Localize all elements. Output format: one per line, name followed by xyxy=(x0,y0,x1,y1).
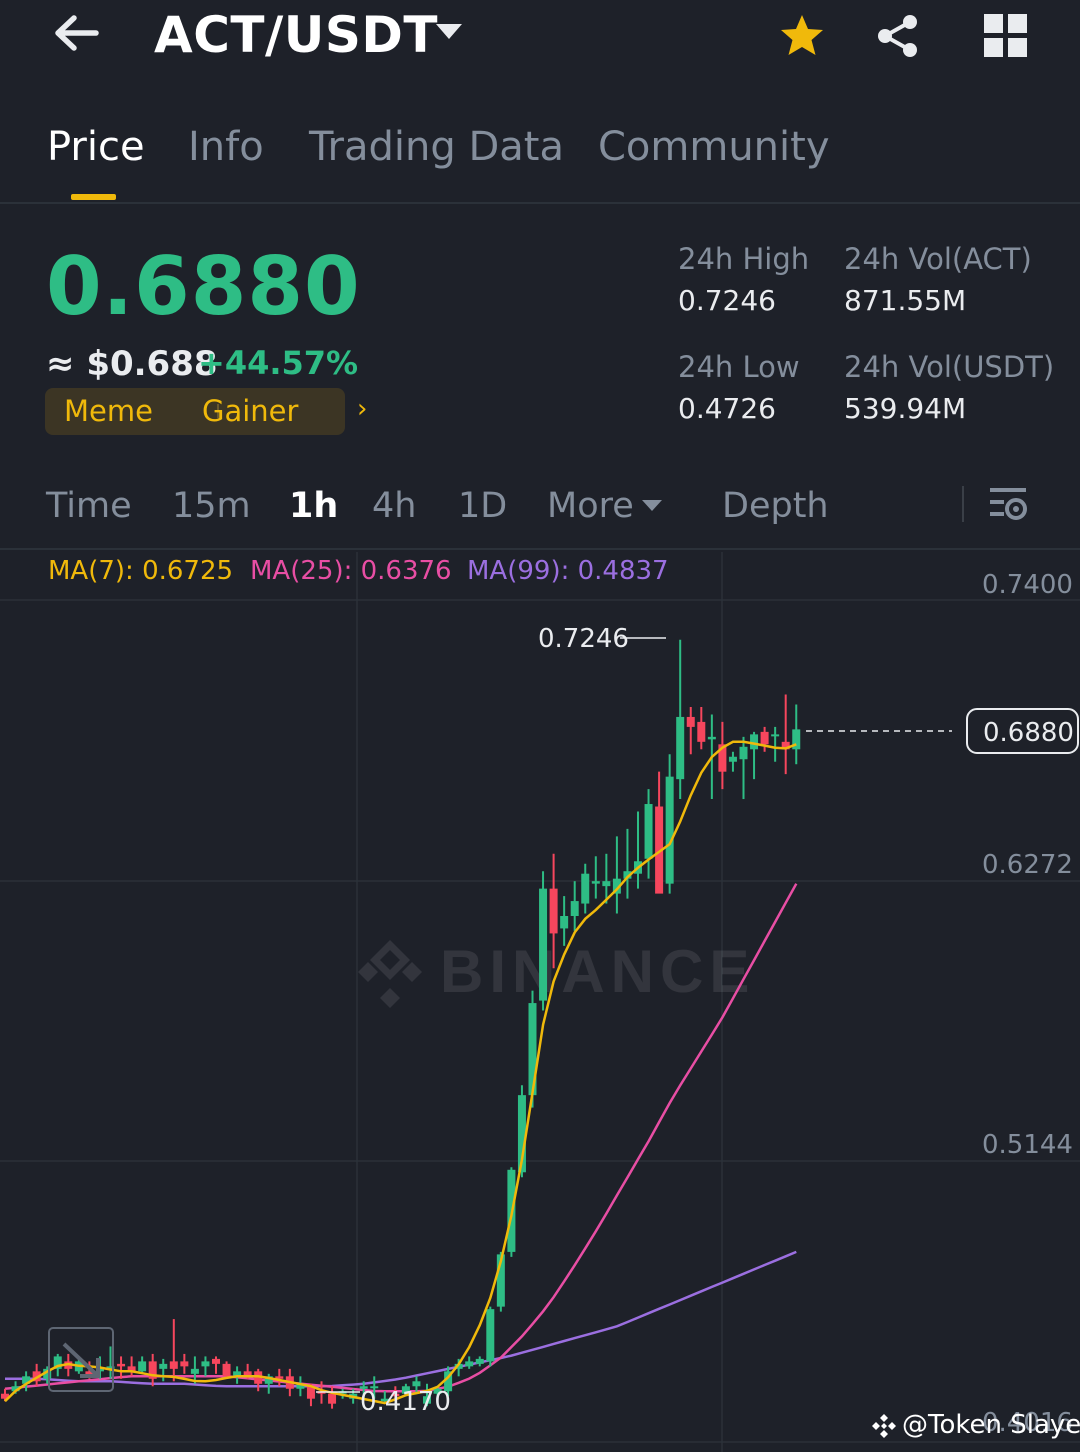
candle-body xyxy=(539,888,548,1001)
candle-body xyxy=(117,1363,126,1367)
candle-body xyxy=(707,736,716,740)
vol-quote-value: 539.94M xyxy=(844,392,967,425)
interval-time[interactable]: Time xyxy=(46,486,132,526)
credit-watermark: @Token Slayer xyxy=(902,1410,1080,1440)
last-price: 0.6880 xyxy=(46,240,361,333)
fiat-price: ≈ $0.688 xyxy=(46,344,218,384)
last-price-marker: 0.6880 xyxy=(806,708,1079,754)
candles xyxy=(1,639,801,1409)
share-icon[interactable] xyxy=(874,12,922,60)
tab-trading-data[interactable]: Trading Data xyxy=(309,124,564,170)
interval-15m[interactable]: 15m xyxy=(172,486,251,526)
y-axis-label: 0.7400 xyxy=(982,570,1073,600)
candle-body xyxy=(602,881,611,887)
price-change-percent: +44.57% xyxy=(198,344,359,382)
candle-body xyxy=(739,746,748,760)
tab-depth[interactable]: Depth xyxy=(722,486,829,526)
low-annotation: 0.4170 xyxy=(316,1387,451,1417)
low-value: 0.4726 xyxy=(678,392,776,425)
divider xyxy=(962,486,964,522)
candle-body xyxy=(475,1358,484,1364)
candle-body xyxy=(570,901,579,916)
vol-base-label: 24h Vol(ACT) xyxy=(844,242,1032,276)
candle-body xyxy=(560,915,569,929)
candle-body xyxy=(760,731,769,745)
tab-community[interactable]: Community xyxy=(598,124,830,170)
candle-body xyxy=(328,1393,337,1404)
tab-price[interactable]: Price xyxy=(47,124,145,170)
candle-body xyxy=(686,716,695,727)
y-axis-labels: 0.7400 0.6272 0.5144 0.4016 xyxy=(982,570,1073,1438)
y-axis-label: 0.5144 xyxy=(982,1130,1073,1160)
candle-body xyxy=(412,1381,421,1387)
candlestick-chart[interactable]: BINANCE 0.7400 0.6272 0.5144 0.4016 0.72… xyxy=(0,552,1080,1452)
candle-body xyxy=(159,1363,168,1369)
low-label: 24h Low xyxy=(678,350,800,384)
candle-body xyxy=(697,721,706,742)
tab-bar: Price Info Trading Data Community xyxy=(0,118,1080,204)
chart-settings-icon[interactable] xyxy=(986,484,1030,524)
tag-meme[interactable]: Meme xyxy=(64,394,153,428)
interval-more[interactable]: More xyxy=(547,486,634,526)
caret-down-icon[interactable] xyxy=(642,500,662,511)
candle-body xyxy=(581,873,590,904)
interval-1d[interactable]: 1D xyxy=(458,486,507,526)
candle-body xyxy=(201,1361,210,1367)
last-price-label: 0.6880 xyxy=(983,718,1074,748)
candle-body xyxy=(212,1358,220,1364)
header: ACT/USDT xyxy=(0,0,1080,80)
tag-gainer[interactable]: Gainer xyxy=(202,394,298,428)
vol-quote-label: 24h Vol(USDT) xyxy=(844,350,1055,384)
candle-body xyxy=(180,1361,189,1367)
candle-body xyxy=(728,756,737,762)
low-annotation-label: 0.4170 xyxy=(360,1387,451,1417)
vol-base-value: 871.55M xyxy=(844,284,967,317)
candle-body xyxy=(771,734,780,737)
pair-title[interactable]: ACT/USDT xyxy=(154,6,438,64)
high-annotation: 0.7246 xyxy=(538,624,666,654)
interval-4h[interactable]: 4h xyxy=(372,486,416,526)
candle-body xyxy=(750,734,759,750)
tag-chip[interactable]: Meme Gainer › xyxy=(45,388,367,435)
tab-info[interactable]: Info xyxy=(188,124,264,170)
candle-body xyxy=(138,1361,147,1372)
candle-body xyxy=(644,804,653,859)
candle-body xyxy=(676,716,685,780)
candle-body xyxy=(190,1368,199,1374)
candle-body xyxy=(486,1309,495,1362)
candle-body xyxy=(465,1361,474,1367)
high-annotation-label: 0.7246 xyxy=(538,624,629,654)
ma7-line xyxy=(4,740,797,1405)
star-icon[interactable] xyxy=(778,12,826,60)
interval-bar: Time 15m 1h 4h 1D More Depth xyxy=(0,480,1080,550)
watermark-text: BINANCE xyxy=(440,938,755,1005)
chevron-down-icon[interactable] xyxy=(436,24,462,39)
active-tab-indicator xyxy=(71,194,116,200)
ma7-path xyxy=(4,740,797,1405)
candle-body xyxy=(169,1361,178,1369)
candle-body xyxy=(549,888,558,934)
interval-1h[interactable]: 1h xyxy=(289,486,338,526)
candle-body xyxy=(591,881,600,884)
high-label: 24h High xyxy=(678,242,810,276)
candle-body xyxy=(222,1363,231,1377)
chevron-right-icon[interactable]: › xyxy=(357,394,367,424)
candle-body xyxy=(665,776,674,884)
y-axis-label: 0.6272 xyxy=(982,850,1073,880)
high-value: 0.7246 xyxy=(678,284,776,317)
back-arrow-icon[interactable] xyxy=(48,10,108,60)
grid-icon[interactable] xyxy=(982,12,1030,60)
